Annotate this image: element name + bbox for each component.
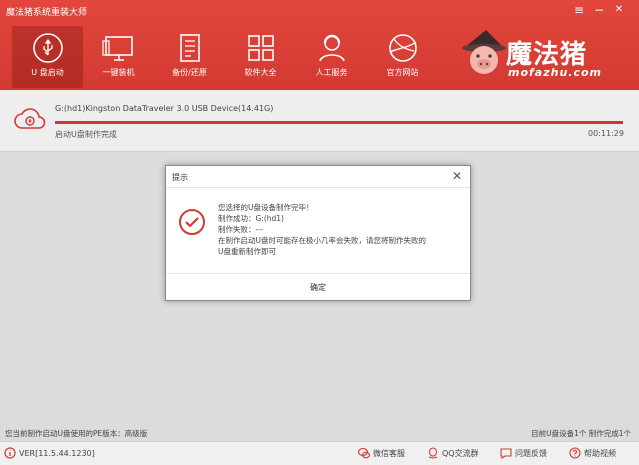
info-icon — [4, 447, 16, 459]
header: 魔法猪系统重装大师 ≡ − ✕ U 盘启动 一键装机 备份/还原 软件大全 人工… — [0, 0, 639, 90]
nav-website[interactable]: 官方网站 — [367, 26, 438, 88]
app-title: 魔法猪系统重装大师 — [6, 8, 88, 18]
close-icon[interactable]: ✕ — [611, 2, 627, 18]
link-label: 微信客服 — [373, 448, 405, 458]
nav-support[interactable]: 人工服务 — [296, 26, 367, 88]
nav-label: 备份/还原 — [172, 68, 207, 77]
completion-dialog: 提示 ✕ 您选择的U盘设备制作完毕！ 制作成功：G:(hd1) 制作失败：---… — [165, 165, 471, 301]
nav-label: 官方网站 — [386, 68, 419, 77]
nav-one-click-install[interactable]: 一键装机 — [83, 26, 154, 88]
brand-domain: mofazhu.com — [508, 66, 603, 79]
dialog-message: 您选择的U盘设备制作完毕！ 制作成功：G:(hd1) 制作失败：--- 在制作启… — [218, 202, 464, 257]
version-label: VER[11.5.44.1230] — [19, 448, 95, 458]
device-name: G:(hd1)Kingston DataTraveler 3.0 USB Dev… — [55, 104, 274, 113]
bottom-bar: VER[11.5.44.1230] 微信客服 QQ交流群 问题反馈 帮助视频 — [0, 441, 639, 465]
device-count-status: 目前U盘设备1个 制作完成1个 — [531, 429, 631, 438]
nav-label: U 盘启动 — [31, 68, 64, 77]
globe-icon — [388, 34, 417, 62]
dialog-line: 您选择的U盘设备制作完毕！ — [218, 203, 314, 212]
nav-label: 一键装机 — [102, 68, 135, 77]
nav-label: 人工服务 — [315, 68, 348, 77]
nav-label: 软件大全 — [244, 68, 277, 77]
cloud-usb-icon — [14, 108, 46, 129]
link-label: 问题反馈 — [515, 448, 547, 458]
nav-backup-restore[interactable]: 备份/还原 — [154, 26, 225, 88]
dialog-title: 提示 — [172, 173, 188, 182]
dialog-line: 制作失败：--- — [218, 225, 264, 234]
feedback-icon — [500, 448, 512, 459]
pig-wizard-logo-icon — [462, 30, 506, 74]
dialog-line: 制作成功：G:(hd1) — [218, 214, 284, 223]
ok-button[interactable]: 确定 — [166, 274, 470, 301]
apps-grid-icon — [247, 35, 274, 61]
help-video-link[interactable]: 帮助视频 — [569, 447, 616, 459]
dialog-line: U盘重新制作即可 — [218, 247, 276, 256]
brand-logo: 魔法猪 mofazhu.com — [458, 28, 628, 80]
main-nav: U 盘启动 一键装机 备份/还原 软件大全 人工服务 官方网站 — [12, 26, 438, 88]
task-row: G:(hd1)Kingston DataTraveler 3.0 USB Dev… — [0, 90, 639, 152]
pe-version-status: 您当前制作启动U盘使用的PE版本：高级版 — [5, 429, 148, 438]
qq-icon — [428, 447, 438, 459]
hamburger-icon[interactable]: ≡ — [571, 2, 587, 18]
dialog-close-icon[interactable]: ✕ — [452, 169, 462, 183]
monitor-icon — [101, 36, 133, 61]
help-icon — [569, 447, 581, 459]
wechat-support-link[interactable]: 微信客服 — [358, 447, 405, 459]
nav-software[interactable]: 软件大全 — [225, 26, 296, 88]
dialog-line: 在制作启动U盘时可能存在极小几率会失败，请您将制作失败的 — [218, 236, 426, 245]
usb-icon — [32, 33, 63, 63]
nav-usb-boot[interactable]: U 盘启动 — [12, 26, 83, 88]
version-info: VER[11.5.44.1230] — [4, 447, 95, 459]
link-label: 帮助视频 — [584, 448, 616, 458]
task-status: 启动U盘制作完成 — [55, 130, 117, 139]
support-person-icon — [318, 34, 345, 62]
dialog-titlebar: 提示 ✕ — [166, 166, 470, 188]
feedback-link[interactable]: 问题反馈 — [500, 447, 547, 459]
link-label: QQ交流群 — [442, 448, 479, 458]
progress-bar — [55, 121, 623, 124]
wechat-icon — [358, 447, 370, 459]
success-check-icon — [179, 209, 205, 235]
backup-icon — [179, 34, 200, 62]
qq-group-link[interactable]: QQ交流群 — [427, 447, 479, 459]
elapsed-time: 00:11:29 — [588, 129, 624, 138]
minimize-icon[interactable]: − — [591, 2, 607, 18]
status-bar: 您当前制作启动U盘使用的PE版本：高级版 目前U盘设备1个 制作完成1个 — [0, 425, 639, 441]
